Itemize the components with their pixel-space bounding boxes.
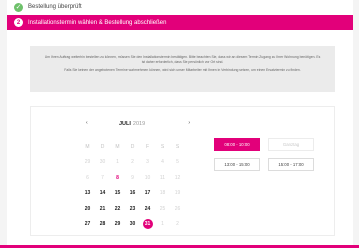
calendar-day: 6 [86,174,89,181]
month-label: JULI 2019 [119,121,145,127]
next-month-button[interactable]: › [188,120,190,126]
calendar-day-selected-cell[interactable]: 31 [140,219,155,230]
calendar-day: 26 [174,205,181,212]
weekday-header: D [100,143,105,150]
step-title: Installationstermin wählen & Bestellung … [28,19,167,26]
calendar-navigation: ‹ JULI 2019 › [86,120,190,130]
calendar-day-today: 8 [116,174,119,181]
year-label: 2019 [132,121,146,127]
calendar-day[interactable]: 29 [110,221,125,227]
calendar-week-row: 6 7 8 9 10 11 12 [80,170,185,186]
calendar-day: 25 [159,205,166,212]
check-icon: ✓ [14,2,23,12]
calendar-day: 5 [176,159,179,166]
time-slot-disabled: Ganztag [268,138,314,151]
calendar-day[interactable]: 21 [95,206,110,212]
calendar-day[interactable]: 27 [80,221,95,227]
month-name: JULI [119,121,131,127]
calendar-day: 2 [131,159,134,166]
previous-month-button[interactable]: ‹ [86,120,88,126]
current-step-header: 2 Installationstermin wählen & Bestellun… [7,15,353,30]
calendar-day: 30 [99,159,106,166]
calendar-day[interactable]: 24 [140,206,155,212]
page-frame-right [353,0,359,248]
calendar-day-selected[interactable]: 31 [142,219,153,230]
weekday-header: D [130,143,135,150]
calendar-day: 7 [101,174,104,181]
info-paragraph-2: Falls Sie keinen der angebotenen Termine… [64,68,301,72]
weekday-header-row: M D M D F S S [80,139,185,155]
calendar-day: 2 [176,221,179,228]
calendar-week-row: 13 14 15 16 17 18 19 [80,186,185,202]
weekday-header: S [175,143,180,150]
info-box: Um Ihren Auftrag weiterhin bestellen zu … [30,46,335,92]
calendar-day: 9 [131,174,134,181]
time-slot[interactable]: 13:00 - 15:00 [214,158,260,171]
calendar-day: 1 [116,159,119,166]
calendar-day[interactable]: 16 [125,190,140,196]
calendar-day: 1 [161,221,164,228]
weekday-header: F [145,143,150,150]
time-slot[interactable]: 15:00 - 17:00 [268,158,314,171]
calendar-day[interactable]: 20 [80,206,95,212]
calendar-day: 11 [159,174,166,181]
calendar-day: 10 [144,174,151,181]
step-number-badge: 2 [14,18,23,27]
calendar-day: 29 [84,159,91,166]
calendar-day[interactable]: 30 [125,221,140,227]
time-slot-selected[interactable]: 08:00 - 10:00 [214,138,260,151]
calendar-day: 3 [146,159,149,166]
calendar-week-row: 20 21 22 23 24 25 26 [80,201,185,217]
weekday-header: M [115,143,120,150]
weekday-header: M [85,143,90,150]
calendar-day[interactable]: 15 [110,190,125,196]
previous-step-label: Bestellung überprüft [28,4,82,10]
previous-step-header[interactable]: ✓ Bestellung überprüft [14,0,82,14]
page-frame-left [0,0,7,248]
calendar-day[interactable]: 23 [125,206,140,212]
info-paragraph-1: Um Ihren Auftrag weiterhin bestellen zu … [44,55,321,64]
calendar-day[interactable]: 22 [110,206,125,212]
calendar-week-row: 27 28 29 30 31 1 2 [80,217,185,233]
calendar-day: 4 [161,159,164,166]
calendar-day: 12 [174,174,181,181]
weekday-header: S [160,143,165,150]
calendar-day: 19 [174,190,181,197]
calendar-day[interactable]: 14 [95,190,110,196]
calendar-grid: M D M D F S S 29 30 1 2 3 4 5 6 7 8 9 10… [80,139,185,232]
calendar-day[interactable]: 13 [80,190,95,196]
calendar-day[interactable]: 28 [95,221,110,227]
calendar-day: 18 [159,190,166,197]
calendar-week-row: 29 30 1 2 3 4 5 [80,155,185,171]
calendar-day[interactable]: 17 [140,190,155,196]
